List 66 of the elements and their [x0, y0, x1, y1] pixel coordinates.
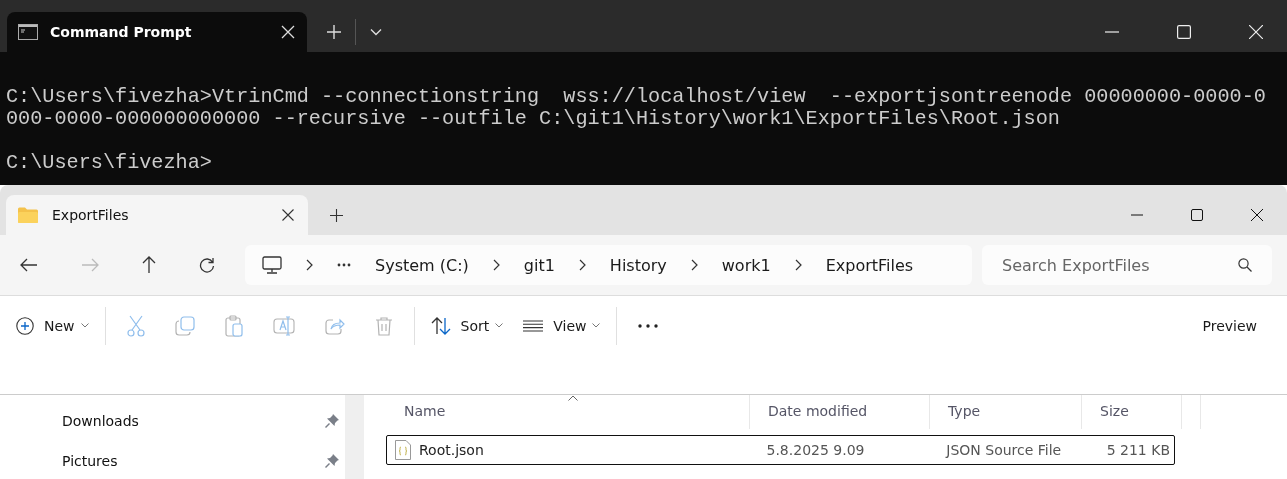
address-bar[interactable]: System (C:) git1 History work1 ExportFiles	[245, 245, 972, 285]
column-header[interactable]: Type	[930, 395, 1082, 429]
column-header[interactable]: Date modified	[750, 395, 930, 429]
preview-button[interactable]: Preview	[1192, 311, 1267, 340]
breadcrumb-item[interactable]: ExportFiles	[825, 255, 914, 275]
sort-ascending-icon	[567, 395, 578, 401]
new-tab-icon[interactable]	[330, 208, 343, 222]
sort-button[interactable]: Sort	[420, 310, 514, 341]
more-icon	[638, 323, 659, 328]
breadcrumb-item[interactable]: git1	[523, 255, 555, 275]
scissors-icon	[126, 314, 145, 337]
computer-icon	[262, 256, 282, 274]
share-icon	[324, 316, 345, 335]
sidebar-item[interactable]: Pictures	[0, 441, 345, 479]
file-row[interactable]: Root.json 5.8.2025 9.09 JSON Source File 5 211 KB	[386, 435, 1175, 465]
search-field[interactable]: Search ExportFiles	[1000, 254, 1238, 276]
scrollbar-track[interactable]	[345, 395, 364, 479]
terminal-tab[interactable]: Command Prompt	[7, 12, 307, 52]
rename-icon	[272, 315, 295, 336]
more-icon[interactable]	[337, 263, 351, 267]
back-icon[interactable]	[20, 258, 38, 272]
chevron-icon	[492, 259, 500, 271]
tab-title: Command Prompt	[50, 24, 193, 40]
maximize-icon[interactable]	[1191, 209, 1203, 221]
breadcrumb-item[interactable]: work1	[721, 255, 771, 275]
caret-icon	[592, 323, 601, 328]
clipboard-icon	[224, 314, 243, 337]
file-type: JSON Source File	[946, 442, 1062, 458]
close-tab-icon[interactable]	[282, 209, 294, 221]
sidebar-item[interactable]: Downloads	[0, 401, 345, 441]
sidebar-label: Downloads	[62, 413, 139, 429]
view-button[interactable]: View	[513, 311, 611, 340]
copy-icon	[174, 315, 195, 336]
console-line: C:\Users\fivezha>VtrinCmd --connectionstring wss://localhost/view --exportjsontreenode 00000000-0000-0	[6, 85, 1266, 108]
up-icon[interactable]	[142, 256, 156, 274]
search-box[interactable]: Search ExportFiles	[982, 245, 1272, 285]
dropdown-icon[interactable]	[370, 28, 382, 36]
sidebar-label: Pictures	[62, 453, 118, 469]
chevron-icon	[306, 259, 313, 271]
file-name: Root.json	[419, 442, 484, 458]
json-file-icon	[395, 440, 411, 460]
breadcrumb-item[interactable]: History	[609, 255, 667, 275]
folder-icon	[18, 207, 38, 223]
sort-icon	[430, 316, 451, 335]
console-line: 000-0000-000000000000 --recursive --outfile C:\git1\History\work1\ExportFiles\Root.json	[6, 107, 1060, 130]
new-button[interactable]: New	[6, 310, 99, 341]
search-icon	[1238, 258, 1252, 272]
caret-icon	[495, 323, 504, 328]
console-icon	[18, 24, 38, 40]
chevron-icon	[578, 259, 586, 271]
explorer-tab[interactable]: ExportFiles	[6, 195, 308, 235]
plus-circle-icon	[16, 316, 34, 335]
tab-title: ExportFiles	[52, 207, 130, 223]
close-icon[interactable]	[1251, 209, 1263, 221]
column-header[interactable]: Name	[386, 395, 750, 429]
column-header[interactable]: Size	[1082, 395, 1182, 429]
console-line: C:\Users\fivezha>	[6, 151, 212, 174]
refresh-icon[interactable]	[199, 257, 215, 273]
caret-icon	[80, 323, 89, 328]
chevron-icon	[690, 259, 698, 271]
date-modified: 5.8.2025 9.09	[766, 442, 865, 458]
trash-icon	[374, 315, 393, 336]
breadcrumb-item[interactable]: System (C:)	[375, 255, 469, 275]
file-size: 5 211 KB	[1106, 442, 1170, 458]
list-view-icon	[523, 319, 544, 332]
chevron-icon	[794, 259, 802, 271]
